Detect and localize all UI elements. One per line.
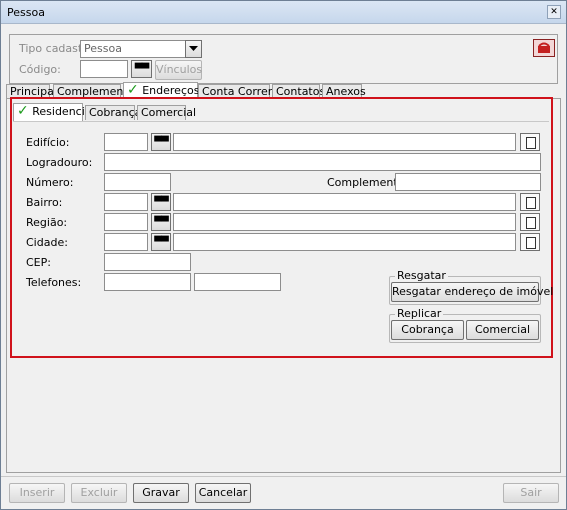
bairro-name-input[interactable] xyxy=(173,193,516,211)
telefone-1-input[interactable] xyxy=(104,273,191,291)
check-icon: ✓ xyxy=(127,82,139,98)
logradouro-input[interactable] xyxy=(104,153,541,171)
tab-enderecos-label: Endereços xyxy=(142,84,200,97)
bairro-label: Bairro: xyxy=(26,196,63,209)
cidade-label: Cidade: xyxy=(26,236,68,249)
codigo-input[interactable] xyxy=(80,60,128,78)
sub-tab-strip: ✓ Residencial Cobrança Comercial xyxy=(13,103,549,121)
binoculars-icon[interactable]: ▀▀ xyxy=(151,133,171,151)
telefones-label: Telefones: xyxy=(26,276,82,289)
telefone-2-input[interactable] xyxy=(194,273,281,291)
phone-icon[interactable] xyxy=(533,39,555,57)
regiao-label: Região: xyxy=(26,216,68,229)
binoculars-icon[interactable]: ▀▀ xyxy=(131,60,152,78)
binoculars-icon[interactable]: ▀▀ xyxy=(151,213,171,231)
replicar-cobranca-button[interactable]: Cobrança xyxy=(391,320,464,340)
numero-label: Número: xyxy=(26,176,74,189)
footer-divider xyxy=(1,476,566,477)
cep-input[interactable] xyxy=(104,253,191,271)
page-icon[interactable] xyxy=(520,193,540,211)
cancelar-button[interactable]: Cancelar xyxy=(195,483,251,503)
window-title: Pessoa xyxy=(7,6,45,19)
resgatar-title: Resgatar xyxy=(395,269,448,282)
edificio-code-input[interactable] xyxy=(104,133,148,151)
regiao-code-input[interactable] xyxy=(104,213,148,231)
binoculars-icon[interactable]: ▀▀ xyxy=(151,193,171,211)
vinculos-button[interactable]: Vínculos xyxy=(155,60,202,80)
subtab-cobranca[interactable]: Cobrança xyxy=(85,105,141,120)
edificio-label: Edifício: xyxy=(26,136,70,149)
page-icon[interactable] xyxy=(520,133,540,151)
codigo-label: Código: xyxy=(19,63,61,76)
cidade-name-input[interactable] xyxy=(173,233,516,251)
logradouro-label: Logradouro: xyxy=(26,156,93,169)
subtab-residencial[interactable]: ✓ Residencial xyxy=(13,103,95,121)
tipo-cadastro-value: Pessoa xyxy=(84,42,122,55)
sair-button[interactable]: Sair xyxy=(503,483,559,503)
replicar-comercial-button[interactable]: Comercial xyxy=(466,320,539,340)
gravar-button[interactable]: Gravar xyxy=(133,483,189,503)
cidade-code-input[interactable] xyxy=(104,233,148,251)
page-icon[interactable] xyxy=(520,213,540,231)
page-icon[interactable] xyxy=(520,233,540,251)
excluir-button[interactable]: Excluir xyxy=(71,483,127,503)
edificio-name-input[interactable] xyxy=(173,133,516,151)
sub-tab-divider xyxy=(13,121,549,122)
pessoa-window: Pessoa ✕ Tipo cadastro Pessoa Código: ▀▀… xyxy=(0,0,567,510)
cep-label: CEP: xyxy=(26,256,51,269)
resgatar-endereco-button[interactable]: Resgatar endereço de imóvel xyxy=(391,282,553,302)
close-icon[interactable]: ✕ xyxy=(547,5,561,19)
check-icon: ✓ xyxy=(17,103,29,119)
binoculars-icon[interactable]: ▀▀ xyxy=(151,233,171,251)
inserir-button[interactable]: Inserir xyxy=(9,483,65,503)
complemento-input[interactable] xyxy=(395,173,541,191)
tipo-cadastro-select[interactable]: Pessoa xyxy=(80,40,186,58)
title-bar: Pessoa ✕ xyxy=(1,1,566,24)
replicar-title: Replicar xyxy=(395,307,444,320)
bairro-code-input[interactable] xyxy=(104,193,148,211)
numero-input[interactable] xyxy=(104,173,171,191)
subtab-comercial[interactable]: Comercial xyxy=(137,105,196,120)
regiao-name-input[interactable] xyxy=(173,213,516,231)
chevron-down-icon[interactable] xyxy=(185,40,202,58)
